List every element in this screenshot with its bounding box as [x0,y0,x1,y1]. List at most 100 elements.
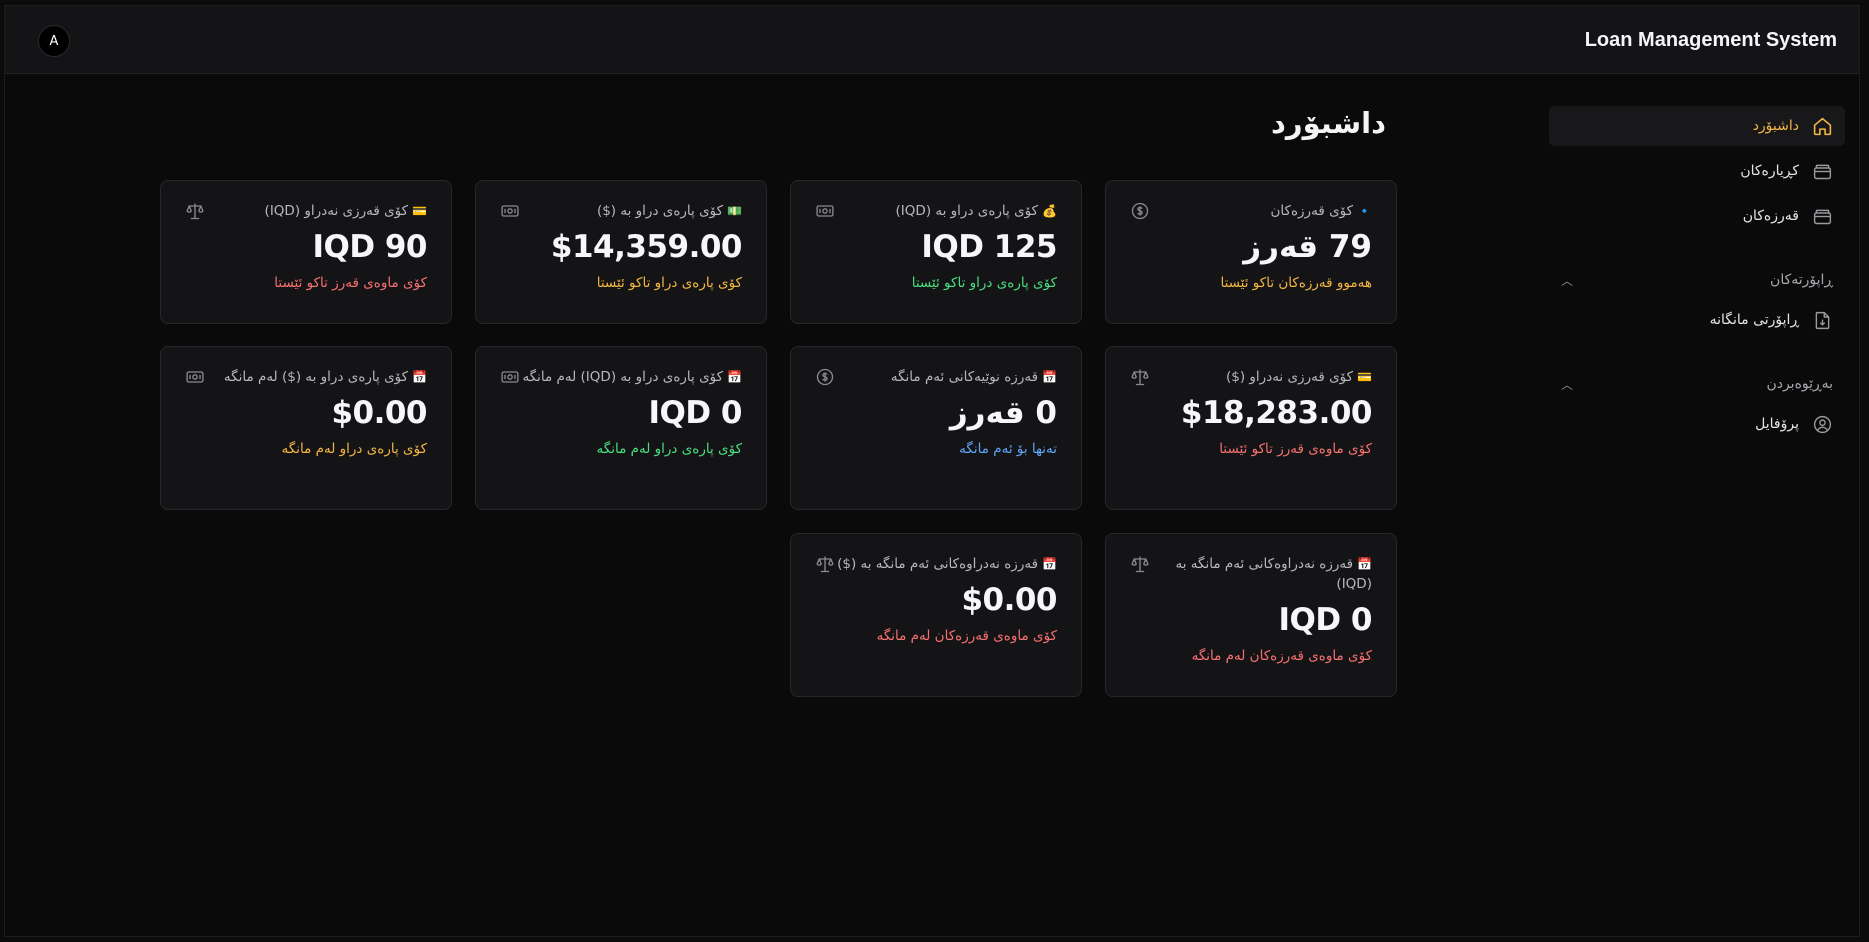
sidebar-item-customers[interactable]: کڕیارەکان [1549,151,1845,191]
card-value: $18,283.00 [1180,395,1373,431]
card-label: 📅قەرزە نوێیەکانی ئەم مانگە [891,367,1057,387]
section-reports-toggle[interactable]: ڕاپۆرتەکان ︿ [1549,260,1845,300]
card-new-loans-month: 📅قەرزە نوێیەکانی ئەم مانگە 0 قەرز تەنها بۆ… [790,346,1082,510]
card-value: 79 قەرز [1243,229,1372,265]
user-circle-icon [1811,413,1833,435]
card-subtitle: کۆی ماوەی قەرز تاکو ئێستا [1219,441,1372,457]
card-subtitle: کۆی ماوەی قەرزەکان لەم مانگە [876,628,1057,644]
card-label: 📅قەرزە نەدراوەکانی ئەم مانگە بە (IQD) [1152,554,1372,594]
sidebar-item-profile[interactable]: پرۆفایل [1549,404,1845,444]
card-subtitle: کۆی پارەی دراو تاکو ئێستا [911,275,1057,291]
folder-icon [1811,160,1833,182]
card-label-text: کۆی پارەی دراو بە ($) لەم مانگە [223,369,409,385]
card-unpaid-usd: 💳کۆی قەرزی نەدراو ($) $18,283.00 کۆی ماوەی… [1105,346,1397,510]
card-label: 📅کۆی پارەی دراو بە (IQD) لەم مانگە [522,367,742,387]
card-value: IQD 0 [1278,602,1373,638]
card-subtitle: کۆی ماوەی قەرزەکان لەم مانگە [1191,648,1372,664]
sidebar-item-label: قەرزەکان [1742,208,1799,224]
card-emoji: 💳 [412,204,427,218]
sidebar-item-monthly-report[interactable]: ڕاپۆرتی مانگانە [1549,300,1845,340]
card-label-text: کۆی پارەی دراو بە (IQD) [895,203,1039,219]
card-label: 📅قەرزە نەدراوەکانی ئەم مانگە بە ($) [837,554,1057,574]
chevron-up-icon: ︿ [1561,273,1574,288]
banknote-icon [815,201,835,221]
page-title: داشبۆرد [1271,106,1386,140]
card-label: 📅کۆی پارەی دراو بە ($) لەم مانگە [224,367,427,387]
card-header: 📅قەرزە نەدراوەکانی ئەم مانگە بە ($) [815,554,1057,574]
card-unpaid-iqd: 💳کۆی قەرزی نەدراو (IQD) IQD 90 کۆی ماوەی ق… [160,180,452,324]
card-subtitle: کۆی پارەی دراو لەم مانگە [596,441,742,457]
sidebar-item-dashboard[interactable]: داشبۆرد [1549,106,1845,146]
card-label: 🔹کۆی قەرزەکان [1271,201,1372,221]
card-emoji: 💳 [1357,370,1372,384]
card-header: 💰کۆی پارەی دراو بە (IQD) [815,201,1057,221]
card-emoji: 💰 [1042,204,1057,218]
section-management-toggle[interactable]: بەڕێوەبردن ︿ [1549,364,1845,404]
sidebar: داشبۆرد کڕیارەکان قەرزەکان ڕاپۆرتەکان ︿ … [1549,106,1845,449]
section-title: ڕاپۆرتەکان [1770,272,1833,288]
card-label: 💵کۆی پارەی دراو بە ($) [597,201,742,221]
card-header: 💳کۆی قەرزی نەدراو ($) [1130,367,1372,387]
folder-icon [1811,205,1833,227]
banknote-icon [185,367,205,387]
card-label: 💳کۆی قەرزی نەدراو (IQD) [265,201,427,221]
card-label-text: کۆی قەرزی نەدراو ($) [1225,369,1354,385]
card-label-text: قەرزە نوێیەکانی ئەم مانگە [890,369,1039,385]
sidebar-item-label: کڕیارەکان [1740,163,1799,179]
card-subtitle: هەموو قەرزەکان تاکو ئێستا [1220,275,1372,291]
card-unpaid-iqd-month: 📅قەرزە نەدراوەکانی ئەم مانگە بە (IQD) IQD… [1105,533,1397,697]
card-emoji: 🔹 [1357,204,1372,218]
card-subtitle: کۆی ماوەی قەرز تاکو ئێستا [274,275,427,291]
app-title: Loan Management System [1584,29,1837,51]
card-subtitle: کۆی پارەی دراو تاکو ئێستا [596,275,742,291]
card-paid-usd-month: 📅کۆی پارەی دراو بە ($) لەم مانگە $0.00 کۆی… [160,346,452,510]
card-unpaid-usd-month: 📅قەرزە نەدراوەکانی ئەم مانگە بە ($) $0.00… [790,533,1082,697]
card-subtitle: کۆی پارەی دراو لەم مانگە [281,441,427,457]
card-header: 📅کۆی پارەی دراو بە (IQD) لەم مانگە [500,367,742,387]
card-label: 💰کۆی پارەی دراو بە (IQD) [896,201,1057,221]
top-bar: A Loan Management System [5,6,1859,74]
card-value: IQD 0 [648,395,743,431]
card-label-text: کۆی قەرزی نەدراو (IQD) [264,203,409,219]
card-subtitle: تەنها بۆ ئەم مانگە [959,441,1057,457]
card-paid-iqd-month: 📅کۆی پارەی دراو بە (IQD) لەم مانگە IQD 0 ک… [475,346,767,510]
card-total-loans: 🔹کۆی قەرزەکان 79 قەرز هەموو قەرزەکان تاکو … [1105,180,1397,324]
card-emoji: 📅 [1042,370,1057,384]
dollar-circle-icon [1130,201,1150,221]
card-header: 📅کۆی پارەی دراو بە ($) لەم مانگە [185,367,427,387]
card-value: IQD 90 [312,229,427,265]
card-value: $14,359.00 [550,229,743,265]
banknote-icon [500,367,520,387]
app-window: A Loan Management System داشبۆرد کڕیارەک… [4,5,1860,937]
scale-icon [1130,367,1150,387]
sidebar-item-loans[interactable]: قەرزەکان [1549,196,1845,236]
avatar[interactable]: A [38,25,70,57]
chevron-up-icon: ︿ [1561,377,1574,392]
card-label-text: کۆی پارەی دراو بە (IQD) لەم مانگە [522,369,724,385]
scale-icon [1130,554,1150,574]
card-emoji: 📅 [1357,557,1372,571]
dollar-circle-icon [815,367,835,387]
card-header: 💵کۆی پارەی دراو بە ($) [500,201,742,221]
card-value: $0.00 [961,582,1057,618]
scale-icon [815,554,835,574]
scale-icon [185,201,205,221]
sidebar-item-label: داشبۆرد [1752,118,1799,134]
card-value: $0.00 [331,395,427,431]
card-header: 🔹کۆی قەرزەکان [1130,201,1372,221]
file-download-icon [1811,309,1833,331]
card-label-text: کۆی قەرزەکان [1270,203,1354,219]
card-emoji: 📅 [412,370,427,384]
banknote-icon [500,201,520,221]
home-icon [1811,115,1833,137]
card-emoji: 📅 [727,370,742,384]
card-value: 0 قەرز [949,395,1058,431]
card-value: IQD 125 [921,229,1057,265]
card-label: 💳کۆی قەرزی نەدراو ($) [1226,367,1372,387]
sidebar-item-label: ڕاپۆرتی مانگانە [1709,312,1799,328]
card-label-text: قەرزە نەدراوەکانی ئەم مانگە بە ($) [837,556,1039,572]
card-emoji: 💵 [727,204,742,218]
card-header: 📅قەرزە نوێیەکانی ئەم مانگە [815,367,1057,387]
sidebar-item-label: پرۆفایل [1755,416,1799,432]
card-emoji: 📅 [1042,557,1057,571]
